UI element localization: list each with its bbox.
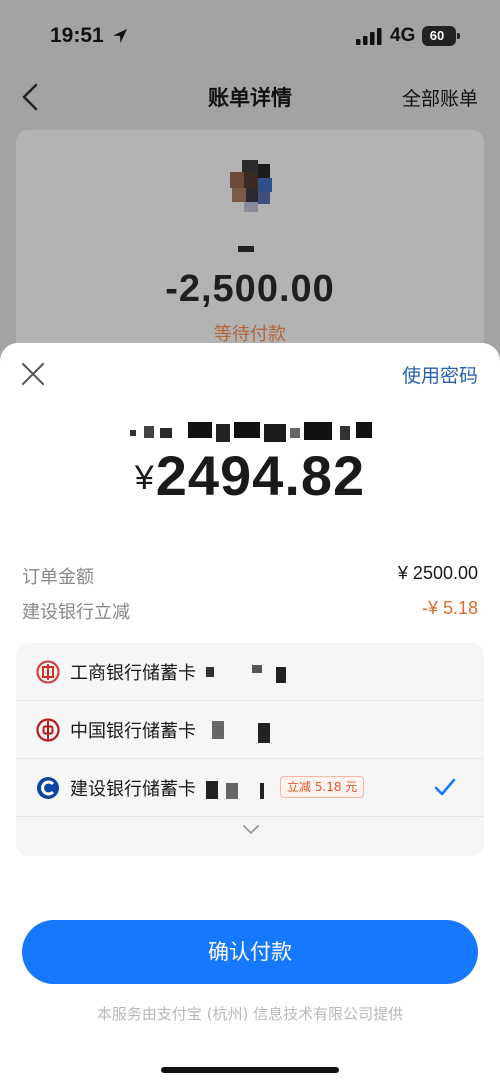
service-provider-note: 本服务由支付宝 (杭州) 信息技术有限公司提供 xyxy=(96,1005,404,1023)
ccb-logo-icon xyxy=(37,777,59,799)
card-option-icbc[interactable]: 工商银行储蓄卡 xyxy=(16,643,484,701)
order-amount-row: 订单金额 ¥ 2500.00 xyxy=(22,563,478,589)
home-indicator[interactable] xyxy=(161,1067,339,1073)
card-number-redacted xyxy=(212,721,270,743)
battery-icon: 60 xyxy=(422,26,460,46)
bill-amount: -2,500.00 xyxy=(165,268,335,310)
order-amount-value: ¥ 2500.00 xyxy=(397,563,478,583)
discount-row: 建设银行立减 -¥ 5.18 xyxy=(22,598,478,624)
nav-bar: 账单详情 全部账单 xyxy=(0,72,500,122)
pay-amount: ¥2494.82 xyxy=(0,443,500,508)
icbc-logo-icon xyxy=(36,660,60,684)
all-bills-link[interactable]: 全部账单 xyxy=(402,84,478,111)
location-arrow-icon xyxy=(113,29,127,43)
order-amount-label: 订单金额 xyxy=(22,567,94,588)
battery-level: 60 xyxy=(429,28,445,43)
card-number-redacted xyxy=(206,781,264,799)
card-option-boc[interactable]: 中国银行储蓄卡 xyxy=(16,701,484,759)
status-time: 19:51 xyxy=(50,24,104,47)
promo-badge: 立减 5.18 元 xyxy=(280,776,365,798)
confirm-payment-button[interactable]: 确认付款 xyxy=(22,920,478,984)
check-icon xyxy=(434,778,456,796)
discount-label: 建设银行立减 xyxy=(22,602,130,623)
signal-bars-icon xyxy=(356,28,382,45)
card-number-redacted xyxy=(206,665,286,683)
pay-amount-value: 2494.82 xyxy=(155,444,366,507)
merchant-name-redacted xyxy=(130,422,372,442)
card-option-ccb[interactable]: 建设银行储蓄卡 立减 5.18 元 xyxy=(16,759,484,817)
chevron-down-icon[interactable] xyxy=(242,823,260,835)
status-bar: 19:51 4G 60 xyxy=(0,0,500,70)
discount-value: -¥ 5.18 xyxy=(421,598,478,618)
network-label: 4G xyxy=(390,25,416,46)
use-password-link[interactable]: 使用密码 xyxy=(402,361,478,388)
avatar xyxy=(230,160,272,212)
card-name: 中国银行储蓄卡 xyxy=(70,721,196,742)
payment-sheet: 使用密码 ¥2494.82 订单金额 ¥ 2500.00 建设银行立减 -¥ 5… xyxy=(0,343,500,1084)
payment-method-list: 工商银行储蓄卡 中国银行储蓄卡 建设银行储蓄卡 立减 5.18 元 xyxy=(16,643,484,856)
boc-logo-icon xyxy=(36,718,60,742)
close-icon[interactable] xyxy=(20,361,46,387)
card-name: 工商银行储蓄卡 xyxy=(70,663,196,684)
currency-symbol: ¥ xyxy=(134,459,154,497)
card-name: 建设银行储蓄卡 xyxy=(70,779,196,800)
payee-name-redacted xyxy=(238,246,254,252)
